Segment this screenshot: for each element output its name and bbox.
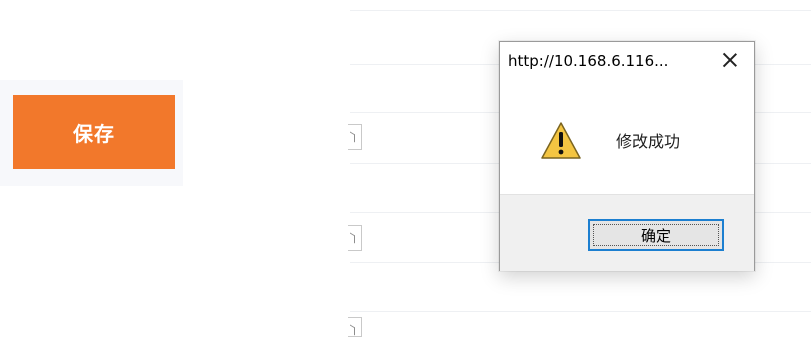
warning-icon bbox=[541, 122, 581, 159]
form-divider-7 bbox=[350, 311, 811, 312]
save-button[interactable]: 保存 bbox=[13, 95, 175, 169]
dialog-titlebar: http://10.168.6.116... bbox=[500, 42, 754, 80]
dropdown-select-2[interactable] bbox=[348, 225, 362, 251]
alert-dialog: http://10.168.6.116... 修改成功 确定 bbox=[499, 41, 755, 271]
dialog-body: 修改成功 bbox=[500, 80, 754, 194]
dialog-message: 修改成功 bbox=[616, 132, 681, 151]
close-icon[interactable] bbox=[721, 51, 739, 69]
dropdown-select-3[interactable] bbox=[348, 317, 362, 337]
dropdown-select-1[interactable] bbox=[348, 124, 362, 150]
dialog-footer: 确定 bbox=[500, 194, 754, 271]
form-divider-1 bbox=[350, 10, 811, 11]
ok-button[interactable]: 确定 bbox=[588, 219, 724, 251]
dialog-title: http://10.168.6.116... bbox=[508, 52, 669, 70]
